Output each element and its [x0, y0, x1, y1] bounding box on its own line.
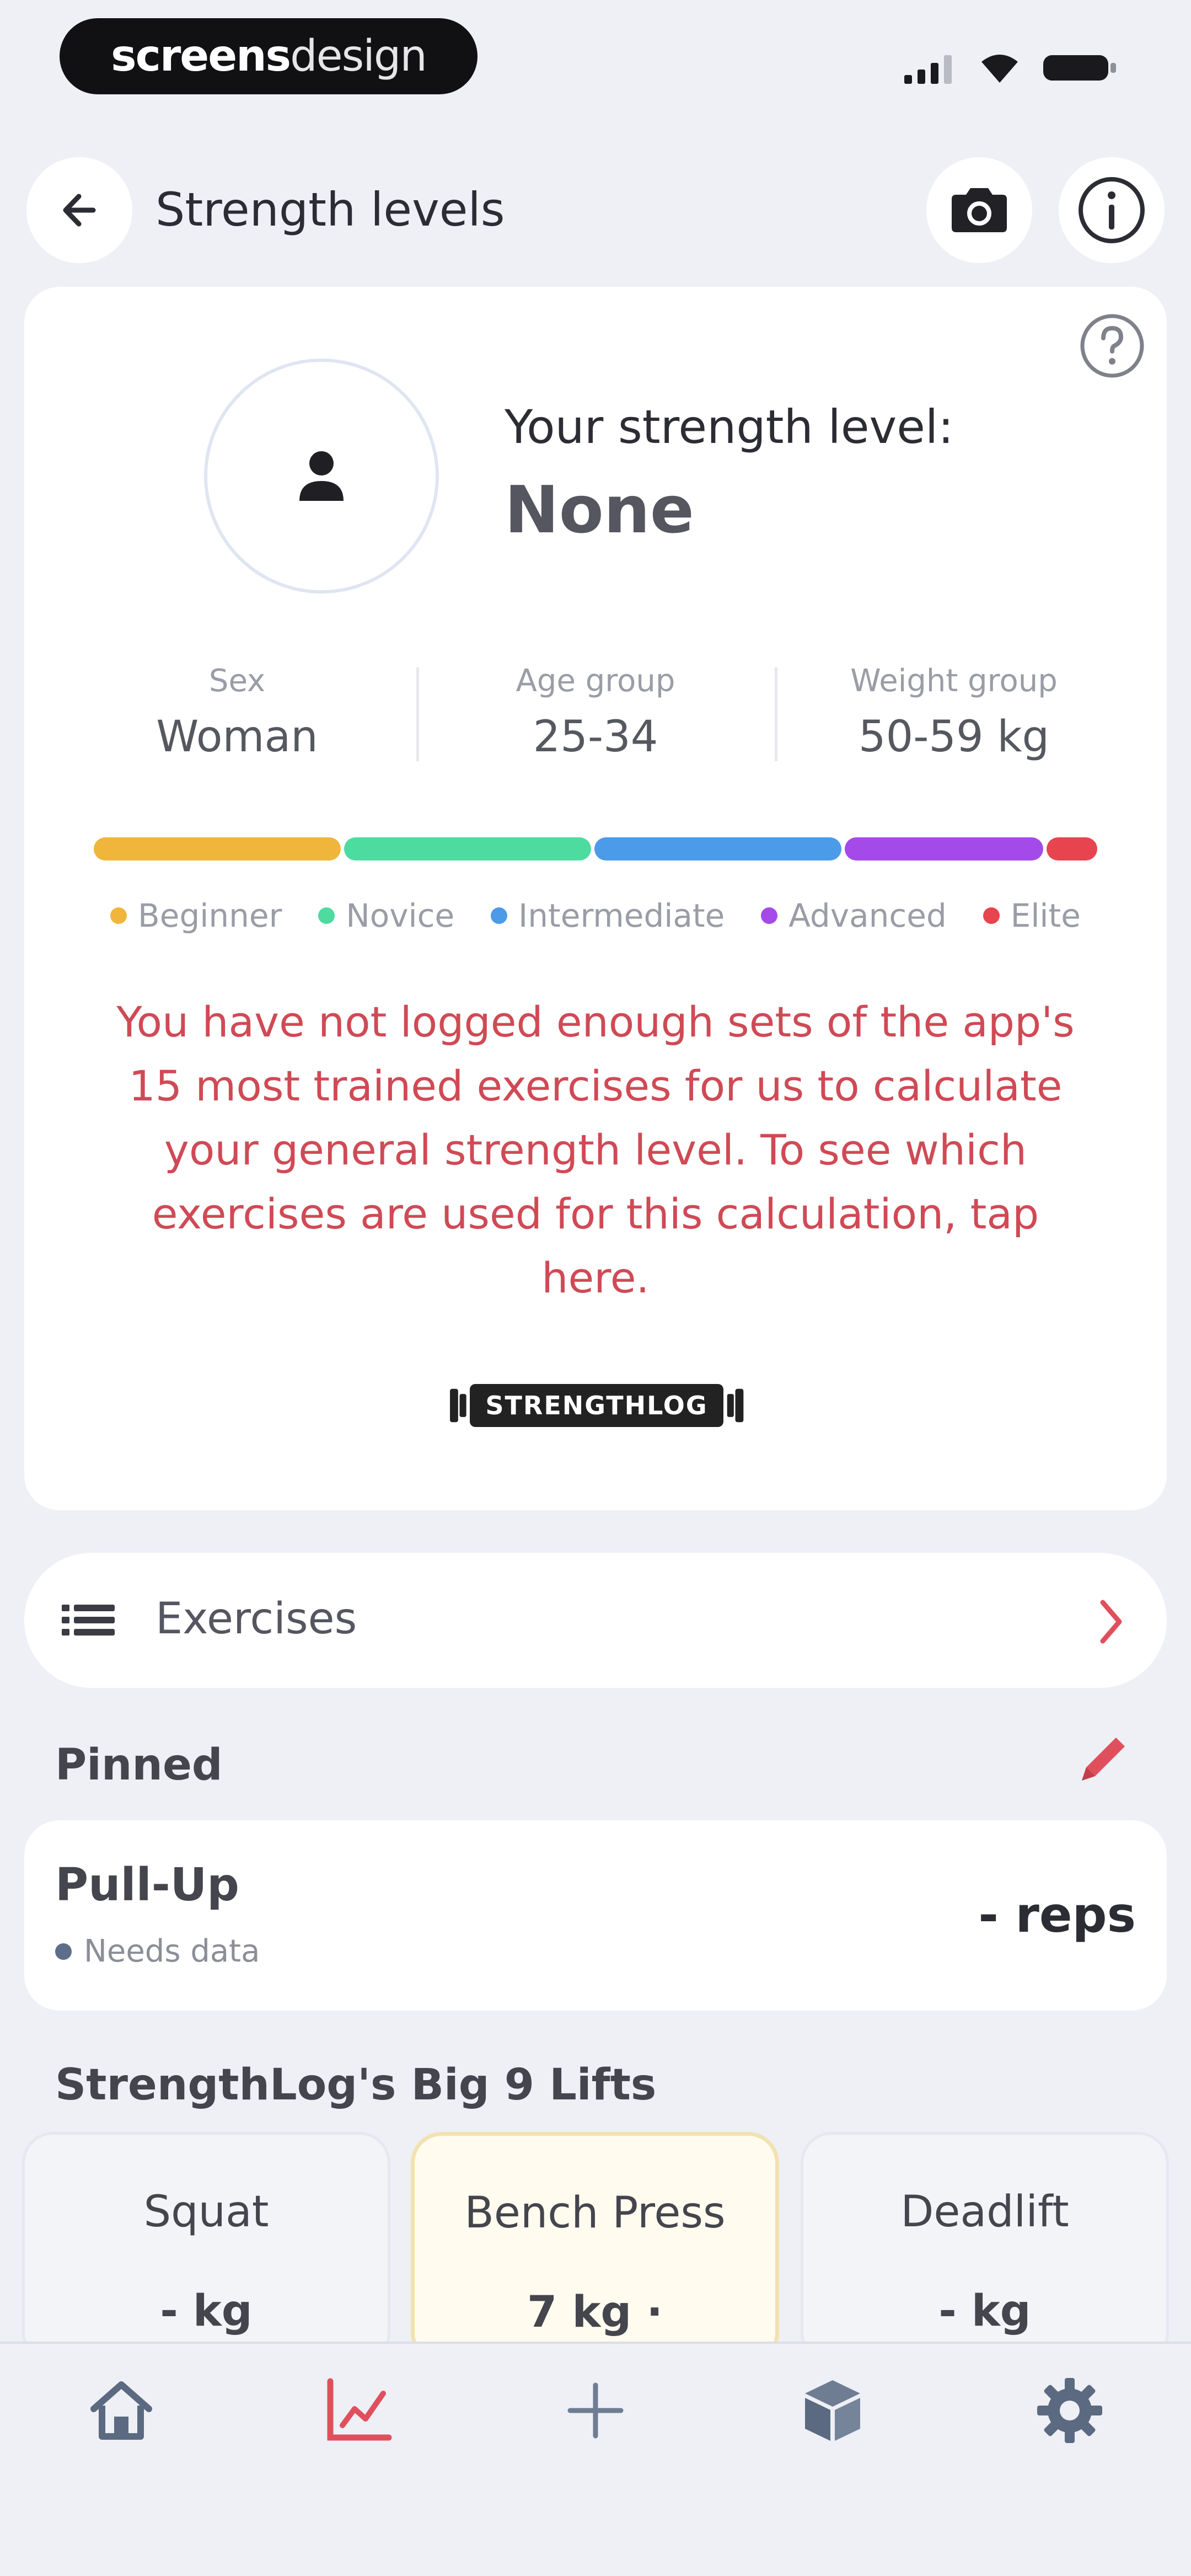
divider [416, 667, 419, 761]
nav-home[interactable] [69, 2366, 174, 2455]
pinned-exercise-value: - reps [978, 1886, 1136, 1943]
legend-item-elite: Elite [983, 897, 1081, 934]
camera-icon [952, 188, 1007, 232]
wifi-icon [981, 55, 1018, 83]
person-icon [299, 451, 344, 501]
big9-section-title: StrengthLog's Big 9 Lifts [55, 2060, 657, 2110]
page-title: Strength levels [155, 183, 505, 237]
list-icon [62, 1602, 115, 1640]
brand-light-text: design [290, 31, 427, 81]
box-icon [805, 2380, 860, 2441]
lift-card-deadlift[interactable]: Deadlift - kg [801, 2132, 1169, 2364]
legend-dot [110, 907, 127, 924]
not-enough-data-link[interactable]: You have not logged enough sets of the a… [94, 990, 1097, 1310]
battery-icon [1043, 55, 1116, 81]
logo-text: STRENGTHLOG [470, 1384, 723, 1427]
avatar [204, 359, 439, 594]
strength-level-value: None [505, 472, 694, 548]
level-bar-novice [344, 837, 591, 861]
legend-label: Advanced [788, 897, 947, 934]
legend-dot [983, 907, 1000, 924]
pinned-exercise-status: Needs data [55, 1933, 260, 1969]
legend-label: Beginner [138, 897, 282, 934]
brand-logo: screensdesign [60, 18, 478, 94]
stat-value: 25-34 [533, 712, 658, 762]
dumbbell-left-icon [450, 1388, 466, 1423]
stat-sex: Sex Woman [72, 659, 403, 767]
legend-label: Elite [1010, 897, 1081, 934]
pinned-exercise-name: Pull-Up [55, 1859, 240, 1911]
level-bar-beginner [94, 837, 341, 861]
level-legend: Beginner Novice Intermediate Advanced El… [110, 894, 1081, 938]
stat-value: 50-59 kg [858, 712, 1050, 762]
nav-library[interactable] [780, 2366, 885, 2455]
exercises-label: Exercises [155, 1594, 357, 1644]
legend-item-beginner: Beginner [110, 897, 282, 934]
legend-item-advanced: Advanced [761, 897, 947, 934]
lift-name: Squat [143, 2187, 269, 2237]
camera-button[interactable] [926, 157, 1032, 263]
lift-value: 7 kg · [527, 2288, 663, 2337]
chart-icon [327, 2378, 392, 2441]
legend-label: Novice [346, 897, 455, 934]
home-icon [90, 2381, 152, 2440]
dumbbell-right-icon [727, 1388, 743, 1423]
back-arrow-icon [63, 194, 96, 227]
lift-name: Deadlift [900, 2187, 1069, 2237]
stat-value: Woman [156, 712, 318, 762]
gear-icon [1037, 2378, 1102, 2443]
lift-card-bench-press[interactable]: Bench Press 7 kg · [411, 2132, 779, 2364]
legend-dot [761, 907, 778, 924]
stat-label: Sex [208, 663, 266, 699]
level-bar-elite [1047, 837, 1097, 861]
strength-level-label: Your strength level: [505, 400, 954, 454]
help-icon [1080, 314, 1144, 378]
stat-label: Age group [516, 663, 675, 699]
edit-pinned-button[interactable] [1070, 1727, 1136, 1795]
legend-dot [318, 907, 335, 924]
legend-label: Intermediate [518, 897, 725, 934]
stat-age-group: Age group 25-34 [430, 659, 761, 767]
stat-label: Weight group [850, 663, 1058, 699]
legend-dot [491, 907, 508, 924]
nav-stats[interactable] [306, 2366, 411, 2455]
chevron-right-icon [1097, 1597, 1125, 1649]
status-dot [55, 1943, 72, 1960]
level-bar-advanced [845, 837, 1043, 861]
lift-value: - kg [160, 2286, 253, 2336]
info-button[interactable] [1059, 157, 1165, 263]
strengthlog-logo: STRENGTHLOG [448, 1378, 745, 1433]
stat-weight-group: Weight group 50-59 kg [788, 659, 1119, 767]
status-text: Needs data [84, 1933, 260, 1969]
lift-card-squat[interactable]: Squat - kg [22, 2132, 390, 2364]
pinned-section-title: Pinned [55, 1740, 223, 1790]
nav-add[interactable] [543, 2366, 648, 2455]
status-icons [904, 45, 1119, 84]
lift-value: - kg [938, 2286, 1031, 2336]
legend-item-novice: Novice [318, 897, 454, 934]
pencil-icon [1082, 1738, 1125, 1781]
plus-icon [567, 2382, 624, 2439]
brand-bold-text: screens [111, 31, 291, 81]
legend-item-intermediate: Intermediate [491, 897, 725, 934]
back-button[interactable] [26, 157, 132, 263]
level-bar-intermediate [594, 837, 841, 861]
nav-settings[interactable] [1017, 2366, 1122, 2455]
lift-name: Bench Press [464, 2188, 726, 2238]
help-button[interactable] [1078, 312, 1146, 382]
divider [775, 667, 777, 761]
signal-icon [904, 55, 952, 84]
info-icon [1079, 177, 1145, 243]
